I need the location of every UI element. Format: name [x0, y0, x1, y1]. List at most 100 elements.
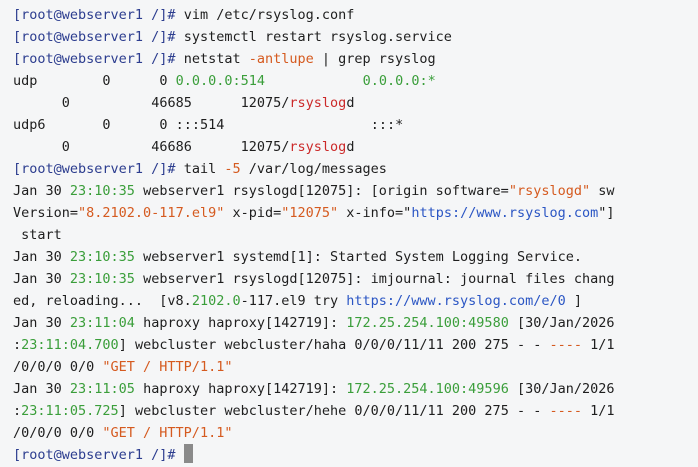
netstat-user: 0	[61, 95, 70, 111]
command-text: /var/log/messages	[240, 161, 387, 177]
log-date: Jan 30	[13, 271, 70, 287]
log-text: start	[13, 227, 62, 243]
netstat-pid: 12075/	[240, 95, 290, 111]
netstat-recv-q: 0	[102, 117, 111, 133]
log-ip: 172.25.254.100:49596	[346, 381, 509, 397]
command-text: | grep rsyslog	[313, 51, 436, 67]
log-time: 23:10:35	[69, 183, 135, 199]
log-text: haproxy haproxy[142719]:	[134, 381, 347, 397]
log-text: webserver1 rsyslogd[12075]: imjournal: j…	[134, 271, 615, 287]
log-string: "GET / HTTP/1.1"	[102, 425, 233, 441]
netstat-program-suffix: d	[346, 95, 355, 111]
terminal-window[interactable]: [root@webserver1 /]# vim /etc/rsyslog.co…	[0, 0, 698, 467]
log-date: Jan 30	[13, 183, 70, 199]
log-text: [30/Jan/2026	[508, 381, 615, 397]
command-line-tail: [root@webserver1 /]# tail -5 /var/log/me…	[13, 158, 698, 180]
shell-prompt: [root@webserver1 /]#	[13, 7, 184, 23]
log-text: sw	[590, 183, 615, 199]
log-line: Jan 30 23:10:35 webserver1 systemd[1]: S…	[13, 246, 698, 268]
log-date: Jan 30	[13, 315, 70, 331]
log-string: "rsyslogd"	[508, 183, 591, 199]
log-text: x-info="	[338, 205, 412, 221]
netstat-proto: udp6	[13, 117, 46, 133]
log-text: 1/1	[581, 403, 615, 419]
netstat-foreign-address: 0.0.0.0:*	[362, 73, 436, 89]
log-text: webserver1 systemd[1]: Started System Lo…	[134, 249, 582, 265]
log-text: -117.el9 try	[240, 293, 347, 309]
log-time: 23:10:35	[69, 271, 135, 287]
log-text: x-pid=	[224, 205, 282, 221]
netstat-recv-q: 0	[102, 73, 111, 89]
netstat-pid: 12075/	[240, 139, 290, 155]
grep-match: rsyslog	[289, 95, 347, 111]
log-line: Jan 30 23:11:04 haproxy haproxy[142719]:…	[13, 312, 698, 334]
netstat-row: udp6 0 0 :::514 :::*	[13, 114, 698, 136]
netstat-inode: 46686	[151, 139, 192, 155]
text-cursor	[183, 444, 193, 463]
log-ip: 172.25.254.100:49580	[346, 315, 509, 331]
log-string: "12075"	[281, 205, 339, 221]
shell-prompt: [root@webserver1 /]#	[13, 447, 184, 463]
netstat-program-suffix: d	[346, 139, 355, 155]
log-line-wrap: :23:11:04.700] webcluster webcluster/hah…	[13, 334, 698, 356]
log-text: haproxy haproxy[142719]:	[134, 315, 347, 331]
command-line-systemctl: [root@webserver1 /]# systemctl restart r…	[13, 26, 698, 48]
log-text: /0/0/0 0/0	[13, 359, 103, 375]
log-text: :	[13, 337, 22, 353]
log-time: 23:11:05	[69, 381, 135, 397]
log-string: "8.2102.0-117.el9"	[78, 205, 225, 221]
log-time: 23:10:35	[69, 249, 135, 265]
log-text: ]	[565, 293, 582, 309]
log-url[interactable]: https://www.rsyslog.com	[411, 205, 598, 221]
log-flags: ----	[549, 403, 582, 419]
shell-prompt: [root@webserver1 /]#	[13, 51, 184, 67]
log-text: Version=	[13, 205, 79, 221]
log-text: webserver1 rsyslogd[12075]: [origin soft…	[134, 183, 509, 199]
log-line-wrap: /0/0/0 0/0 "GET / HTTP/1.1"	[13, 422, 698, 444]
netstat-row-detail: 0 46686 12075/rsyslogd	[13, 136, 698, 158]
netstat-local-address: 0.0.0.0:514	[175, 73, 266, 89]
log-line-wrap: Version="8.2102.0-117.el9" x-pid="12075"…	[13, 202, 698, 224]
log-text: ] webcluster webcluster/haha 0/0/0/11/11…	[118, 337, 550, 353]
log-time: 23:11:04	[69, 315, 135, 331]
log-url[interactable]: https://www.rsyslog.com/e/0	[346, 293, 565, 309]
grep-match: rsyslog	[289, 139, 347, 155]
log-line-wrap: :23:11:05.725] webcluster webcluster/heh…	[13, 400, 698, 422]
log-text: ed, reloading... [v8.	[13, 293, 192, 309]
netstat-row: udp 0 0 0.0.0.0:514 0.0.0.0:*	[13, 70, 698, 92]
netstat-local-address: :::514	[175, 117, 225, 133]
shell-prompt: [root@webserver1 /]#	[13, 161, 184, 177]
log-time: 23:11:05.725	[21, 403, 119, 419]
log-line-wrap: /0/0/0 0/0 "GET / HTTP/1.1"	[13, 356, 698, 378]
log-text: :	[13, 403, 22, 419]
log-time: 23:11:04.700	[21, 337, 119, 353]
shell-prompt: [root@webserver1 /]#	[13, 29, 184, 45]
log-number: 2102.0	[191, 293, 241, 309]
command-text: systemctl restart rsyslog.service	[183, 29, 452, 45]
log-date: Jan 30	[13, 381, 70, 397]
netstat-send-q: 0	[159, 73, 168, 89]
log-line: Jan 30 23:10:35 webserver1 rsyslogd[1207…	[13, 180, 698, 202]
netstat-row-detail: 0 46685 12075/rsyslogd	[13, 92, 698, 114]
log-line-wrap: ed, reloading... [v8.2102.0-117.el9 try …	[13, 290, 698, 312]
log-string: "GET / HTTP/1.1"	[102, 359, 233, 375]
log-line-wrap: start	[13, 224, 698, 246]
log-text: /0/0/0 0/0	[13, 425, 103, 441]
log-line: Jan 30 23:10:35 webserver1 rsyslogd[1207…	[13, 268, 698, 290]
netstat-inode: 46685	[151, 95, 192, 111]
log-text: ] webcluster webcluster/hehe 0/0/0/11/11…	[118, 403, 550, 419]
netstat-send-q: 0	[159, 117, 168, 133]
log-text: "]	[598, 205, 615, 221]
command-text: vim /etc/rsyslog.conf	[183, 7, 355, 23]
command-flag: -5	[224, 161, 241, 177]
log-date: Jan 30	[13, 249, 70, 265]
netstat-foreign-address: :::*	[370, 117, 404, 133]
command-flag: -antlupe	[248, 51, 314, 67]
command-line-netstat: [root@webserver1 /]# netstat -antlupe | …	[13, 48, 698, 70]
log-text: [30/Jan/2026	[508, 315, 615, 331]
command-text: tail	[183, 161, 225, 177]
command-line-current[interactable]: [root@webserver1 /]#	[13, 444, 698, 466]
command-line-vim: [root@webserver1 /]# vim /etc/rsyslog.co…	[13, 4, 698, 26]
log-flags: ----	[549, 337, 582, 353]
command-text: netstat	[183, 51, 249, 67]
